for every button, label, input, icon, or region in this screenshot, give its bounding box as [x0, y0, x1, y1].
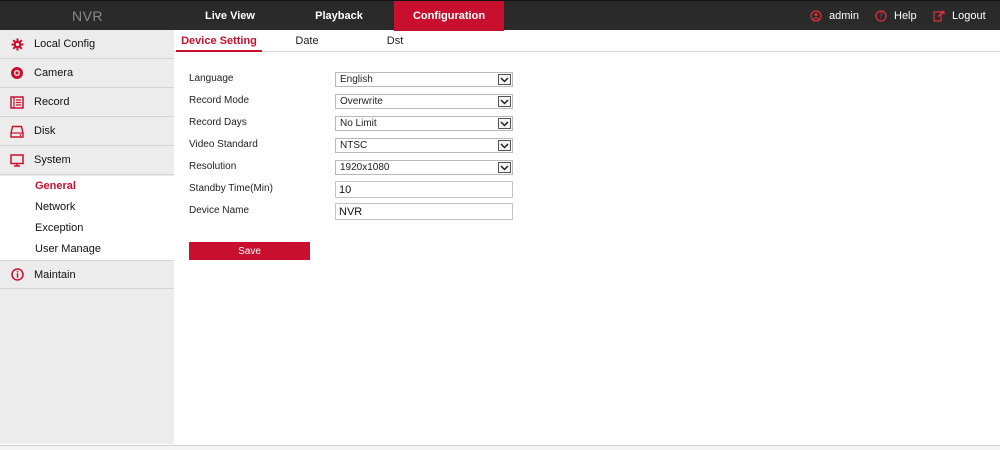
language-select[interactable]: English	[335, 72, 513, 87]
svg-text:?: ?	[879, 12, 883, 21]
chevron-down-icon	[498, 118, 511, 129]
record-days-label: Record Days	[189, 117, 247, 128]
language-label: Language	[189, 73, 234, 84]
gear-icon	[0, 38, 34, 51]
video-standard-value: NTSC	[340, 140, 368, 151]
camera-icon	[0, 66, 34, 80]
user-icon	[810, 10, 822, 22]
logout-link[interactable]: Logout	[933, 1, 986, 31]
save-button[interactable]: Save	[189, 242, 310, 260]
standby-time-label: Standby Time(Min)	[189, 183, 273, 194]
sidebar-subitem-network[interactable]: Network	[0, 197, 174, 218]
tab-device-setting[interactable]: Device Setting	[176, 30, 262, 52]
sidebar-item-local-config[interactable]: Local Config	[0, 30, 174, 59]
sidebar-subitem-general[interactable]: General	[0, 176, 174, 197]
top-bar: NVR Live View Playback Configuration adm…	[0, 0, 1000, 31]
chevron-down-icon	[498, 74, 511, 85]
record-mode-value: Overwrite	[340, 96, 383, 107]
chevron-down-icon	[498, 96, 511, 107]
record-icon	[0, 95, 34, 109]
help-icon: ?	[875, 10, 887, 22]
chevron-down-icon	[498, 140, 511, 151]
disk-icon	[0, 125, 34, 138]
brand-logo: NVR	[71, 8, 104, 24]
help-link[interactable]: ? Help	[875, 1, 917, 31]
user-name: admin	[829, 10, 859, 22]
record-mode-select[interactable]: Overwrite	[335, 94, 513, 109]
resolution-value: 1920x1080	[340, 162, 390, 173]
nav-playback[interactable]: Playback	[284, 1, 394, 31]
record-mode-label: Record Mode	[189, 95, 250, 106]
monitor-icon	[0, 153, 34, 167]
tab-date[interactable]: Date	[284, 30, 330, 52]
sidebar-item-label: Disk	[34, 125, 56, 137]
sidebar-item-label: Local Config	[34, 38, 96, 50]
sidebar-item-system[interactable]: System	[0, 146, 174, 175]
video-standard-label: Video Standard	[189, 139, 258, 150]
standby-time-input[interactable]	[335, 181, 513, 198]
sidebar-item-camera[interactable]: Camera	[0, 59, 174, 88]
sidebar-subitem-user-manage[interactable]: User Manage	[0, 239, 174, 260]
sidebar-item-maintain[interactable]: Maintain	[0, 260, 174, 289]
help-label: Help	[894, 10, 917, 22]
sidebar-subitem-exception[interactable]: Exception	[0, 218, 174, 239]
info-icon	[0, 268, 34, 281]
logout-label: Logout	[952, 10, 986, 22]
settings-tabs: Device Setting Date Dst	[174, 30, 1000, 52]
sidebar-item-label: System	[34, 154, 71, 166]
resolution-label: Resolution	[189, 161, 237, 172]
nav-configuration[interactable]: Configuration	[394, 1, 504, 31]
video-standard-select[interactable]: NTSC	[335, 138, 513, 153]
device-name-input[interactable]	[335, 203, 513, 220]
device-name-label: Device Name	[189, 205, 250, 216]
chevron-down-icon	[498, 162, 511, 173]
language-value: English	[340, 74, 373, 85]
sidebar-item-label: Camera	[34, 67, 74, 79]
sidebar-item-record[interactable]: Record	[0, 88, 174, 117]
resolution-select[interactable]: 1920x1080	[335, 160, 513, 175]
tab-dst[interactable]: Dst	[374, 30, 416, 52]
logout-icon	[933, 10, 945, 22]
sidebar-item-disk[interactable]: Disk	[0, 117, 174, 146]
sidebar-item-label: Record	[34, 96, 70, 108]
record-days-select[interactable]: No Limit	[335, 116, 513, 131]
bottom-strip	[0, 446, 1000, 450]
nav-live-view[interactable]: Live View	[175, 1, 285, 31]
record-days-value: No Limit	[340, 118, 377, 129]
sidebar-item-label: Maintain	[34, 268, 76, 281]
user-admin[interactable]: admin	[810, 1, 859, 31]
